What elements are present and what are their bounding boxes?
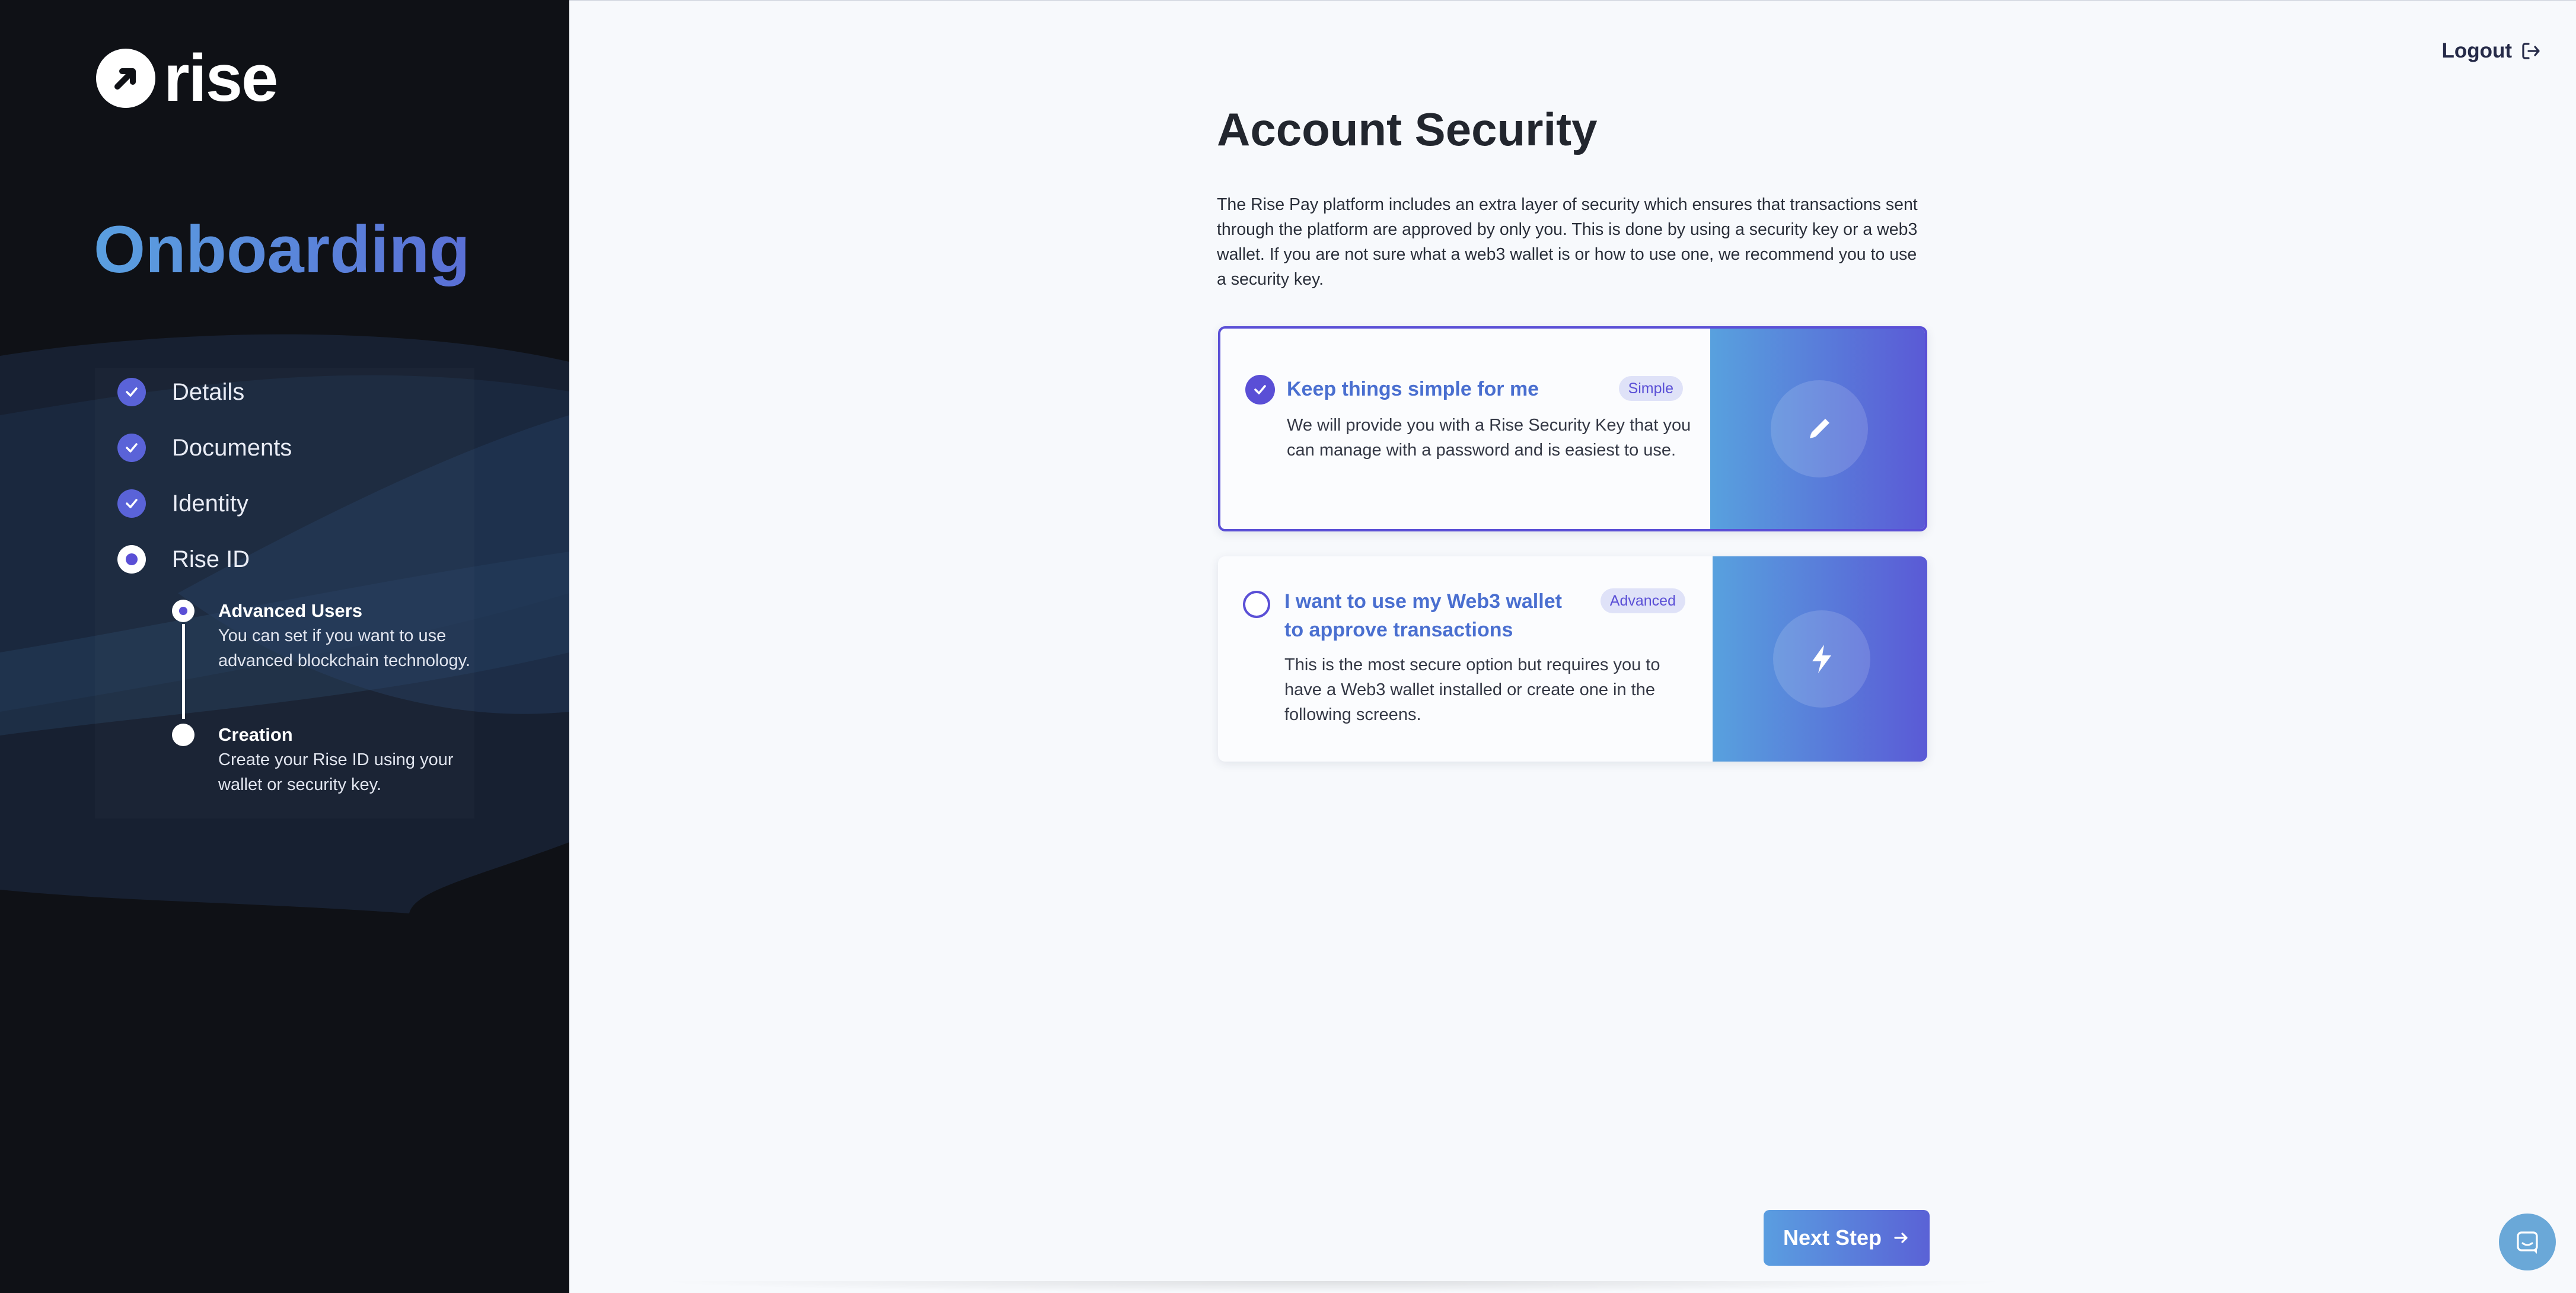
substep-description: Create your Rise ID using your wallet or… — [218, 750, 454, 794]
sidebar-step-identity[interactable]: Identity — [117, 489, 248, 518]
upcoming-substep-indicator-icon — [172, 724, 195, 746]
sidebar-step-rise-id[interactable]: Rise ID — [117, 545, 250, 574]
current-step-indicator-icon — [117, 545, 146, 574]
sidebar-title: Onboarding — [94, 211, 470, 288]
check-icon — [117, 378, 146, 406]
option-visual — [1713, 556, 1927, 762]
option-simple-security-key[interactable]: Keep things simple for me Simple We will… — [1218, 326, 1927, 531]
step-label: Documents — [172, 434, 292, 461]
selected-check-icon[interactable] — [1245, 375, 1275, 405]
sidebar-step-documents[interactable]: Documents — [117, 434, 292, 462]
brand-logo[interactable]: rise — [96, 41, 278, 115]
option-description: This is the most secure option but requi… — [1284, 655, 1660, 724]
check-icon — [117, 489, 146, 518]
sidebar: rise Onboarding Details Documents Identi… — [0, 0, 569, 1293]
radio-unselected-icon[interactable] — [1243, 591, 1270, 618]
option-description: We will provide you with a Rise Security… — [1287, 416, 1691, 460]
option-badge: Advanced — [1600, 588, 1685, 613]
page-title: Account Security — [1217, 103, 1598, 155]
sidebar-step-details[interactable]: Details — [117, 378, 244, 406]
step-label: Details — [172, 378, 245, 405]
pencil-icon — [1771, 380, 1868, 477]
option-title: Keep things simple for me — [1287, 378, 1539, 400]
logout-button[interactable]: Logout — [2441, 39, 2542, 63]
top-divider — [569, 0, 2576, 1]
brand-name: rise — [164, 41, 278, 115]
current-substep-indicator-icon — [172, 600, 195, 622]
step-label: Rise ID — [172, 546, 250, 572]
next-step-label: Next Step — [1783, 1225, 1882, 1250]
intro-text: The Rise Pay platform includes an extra … — [1217, 195, 1918, 289]
option-title: I want to use my Web3 wallet to approve … — [1284, 590, 1562, 641]
check-icon — [117, 434, 146, 462]
substep-description: You can set if you want to use advanced … — [218, 626, 471, 670]
substep-connector — [182, 624, 185, 719]
substep-title: Advanced Users — [218, 600, 362, 621]
option-badge: Simple — [1618, 376, 1683, 401]
option-visual — [1710, 329, 1925, 529]
logo-arrow-icon — [96, 49, 155, 108]
option-web3-wallet[interactable]: I want to use my Web3 wallet to approve … — [1218, 556, 1927, 762]
logout-label: Logout — [2441, 39, 2512, 62]
lightning-icon — [1773, 610, 1870, 708]
arrow-right-icon — [1894, 1233, 1908, 1243]
bottom-shadow — [652, 1281, 2016, 1293]
step-label: Identity — [172, 490, 248, 517]
substep-title: Creation — [218, 724, 293, 745]
chat-icon — [2517, 1231, 2538, 1254]
chat-support-button[interactable] — [2499, 1214, 2556, 1270]
logout-icon — [2522, 43, 2540, 59]
next-step-button[interactable]: Next Step — [1764, 1210, 1930, 1266]
